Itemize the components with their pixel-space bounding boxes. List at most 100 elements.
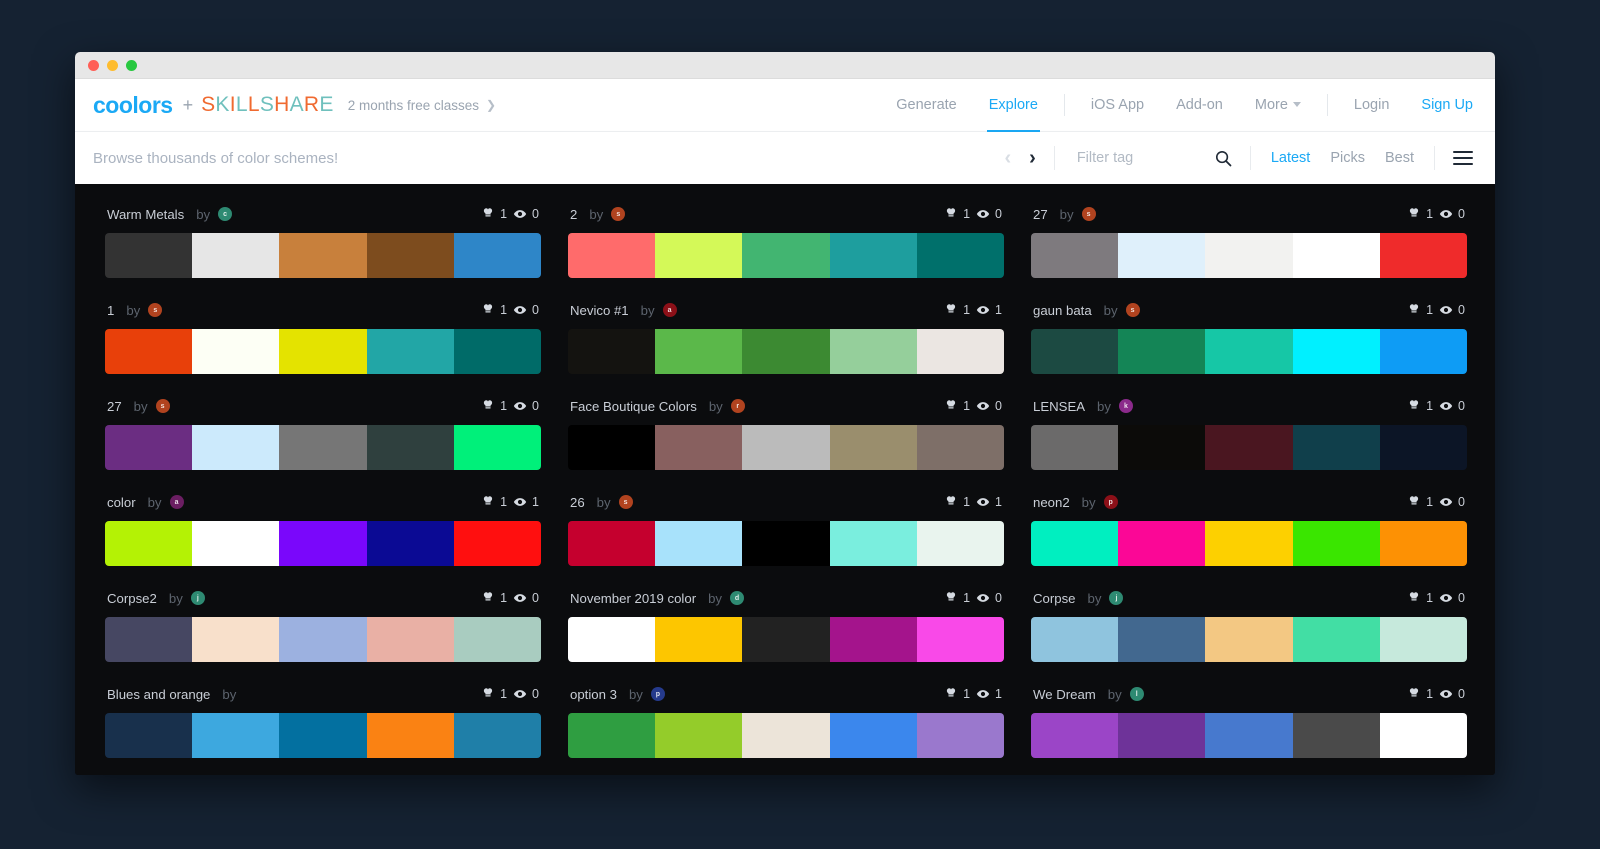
nav-item-ios-app[interactable]: iOS App — [1075, 79, 1160, 132]
palette-name[interactable]: Blues and orange — [107, 687, 210, 702]
color-swatch[interactable] — [453, 713, 541, 758]
palette-swatches[interactable] — [568, 521, 1004, 566]
color-swatch[interactable] — [105, 425, 193, 470]
close-window-button[interactable] — [88, 59, 99, 71]
view-stat[interactable]: 0 — [1439, 495, 1465, 509]
nav-item-explore[interactable]: Explore — [973, 79, 1054, 132]
view-stat[interactable]: 1 — [976, 687, 1002, 701]
color-swatch[interactable] — [829, 617, 917, 662]
view-stat[interactable]: 0 — [1439, 687, 1465, 701]
color-swatch[interactable] — [1118, 425, 1206, 470]
color-swatch[interactable] — [192, 233, 280, 278]
color-swatch[interactable] — [655, 329, 743, 374]
palette-card[interactable]: We Dream by l 1 0 — [1031, 684, 1467, 758]
palette-name[interactable]: option 3 — [570, 687, 617, 702]
color-swatch[interactable] — [1205, 713, 1293, 758]
color-swatch[interactable] — [1379, 521, 1467, 566]
palette-name[interactable]: Corpse — [1033, 591, 1076, 606]
minimize-window-button[interactable] — [107, 59, 118, 71]
palette-swatches[interactable] — [568, 233, 1004, 278]
color-swatch[interactable] — [1118, 713, 1206, 758]
view-stat[interactable]: 0 — [513, 207, 539, 221]
color-swatch[interactable] — [279, 521, 367, 566]
color-swatch[interactable] — [829, 713, 917, 758]
view-stat[interactable]: 0 — [1439, 399, 1465, 413]
color-swatch[interactable] — [1379, 233, 1467, 278]
color-swatch[interactable] — [655, 713, 743, 758]
nav-item-more[interactable]: More — [1239, 79, 1317, 132]
sort-latest[interactable]: Latest — [1271, 150, 1311, 166]
palette-name[interactable]: LENSEA — [1033, 399, 1085, 414]
view-stat[interactable]: 0 — [976, 591, 1002, 605]
palette-name[interactable]: We Dream — [1033, 687, 1096, 702]
color-swatch[interactable] — [1031, 329, 1119, 374]
palette-card[interactable]: 1 by s 1 0 — [105, 300, 541, 374]
avatar[interactable]: a — [169, 495, 184, 509]
color-swatch[interactable] — [1205, 329, 1293, 374]
color-swatch[interactable] — [192, 425, 280, 470]
palette-name[interactable]: 26 — [570, 495, 585, 510]
color-swatch[interactable] — [1118, 521, 1206, 566]
avatar[interactable]: s — [611, 207, 626, 221]
color-swatch[interactable] — [568, 329, 656, 374]
color-swatch[interactable] — [1379, 425, 1467, 470]
color-swatch[interactable] — [1292, 617, 1380, 662]
color-swatch[interactable] — [916, 617, 1004, 662]
color-swatch[interactable] — [568, 617, 656, 662]
palette-name[interactable]: 2 — [570, 207, 577, 222]
like-stat[interactable]: 1 — [944, 303, 970, 317]
color-swatch[interactable] — [1031, 425, 1119, 470]
palette-swatches[interactable] — [568, 425, 1004, 470]
palette-card[interactable]: LENSEA by k 1 0 — [1031, 396, 1467, 470]
avatar[interactable]: s — [1125, 303, 1140, 317]
color-swatch[interactable] — [916, 521, 1004, 566]
color-swatch[interactable] — [453, 617, 541, 662]
color-swatch[interactable] — [1031, 713, 1119, 758]
color-swatch[interactable] — [366, 521, 454, 566]
palette-name[interactable]: gaun bata — [1033, 303, 1092, 318]
color-swatch[interactable] — [453, 233, 541, 278]
color-swatch[interactable] — [279, 713, 367, 758]
palette-card[interactable]: Corpse2 by j 1 0 — [105, 588, 541, 662]
palette-card[interactable]: Corpse by j 1 0 — [1031, 588, 1467, 662]
like-stat[interactable]: 1 — [1407, 399, 1433, 413]
view-stat[interactable]: 0 — [513, 591, 539, 605]
color-swatch[interactable] — [1292, 329, 1380, 374]
like-stat[interactable]: 1 — [481, 495, 507, 509]
avatar[interactable]: j — [1109, 591, 1124, 605]
color-swatch[interactable] — [1292, 521, 1380, 566]
color-swatch[interactable] — [829, 425, 917, 470]
color-swatch[interactable] — [1205, 233, 1293, 278]
avatar[interactable]: p — [650, 687, 665, 701]
view-stat[interactable]: 0 — [513, 303, 539, 317]
signup-button[interactable]: Sign Up — [1405, 79, 1473, 132]
palette-swatches[interactable] — [105, 713, 541, 758]
avatar[interactable]: s — [155, 399, 170, 413]
sort-picks[interactable]: Picks — [1330, 150, 1365, 166]
like-stat[interactable]: 1 — [944, 207, 970, 221]
tag-filter-input[interactable] — [1076, 150, 1205, 166]
view-stat[interactable]: 0 — [976, 207, 1002, 221]
avatar[interactable]: c — [218, 207, 233, 221]
color-swatch[interactable] — [1379, 713, 1467, 758]
palette-name[interactable]: Warm Metals — [107, 207, 184, 222]
color-swatch[interactable] — [655, 425, 743, 470]
color-swatch[interactable] — [366, 713, 454, 758]
color-swatch[interactable] — [1031, 521, 1119, 566]
color-swatch[interactable] — [568, 425, 656, 470]
color-swatch[interactable] — [916, 425, 1004, 470]
color-swatch[interactable] — [568, 233, 656, 278]
avatar[interactable]: s — [148, 303, 163, 317]
color-swatch[interactable] — [1118, 233, 1206, 278]
like-stat[interactable]: 1 — [1407, 687, 1433, 701]
avatar[interactable]: l — [1129, 687, 1144, 701]
color-swatch[interactable] — [742, 617, 830, 662]
login-button[interactable]: Login — [1338, 79, 1405, 132]
palette-swatches[interactable] — [105, 425, 541, 470]
avatar[interactable]: j — [190, 591, 205, 605]
palette-name[interactable]: 1 — [107, 303, 114, 318]
palette-card[interactable]: 26 by s 1 1 — [568, 492, 1004, 566]
like-stat[interactable]: 1 — [481, 303, 507, 317]
palette-card[interactable]: Warm Metals by c 1 0 — [105, 204, 541, 278]
like-stat[interactable]: 1 — [1407, 591, 1433, 605]
